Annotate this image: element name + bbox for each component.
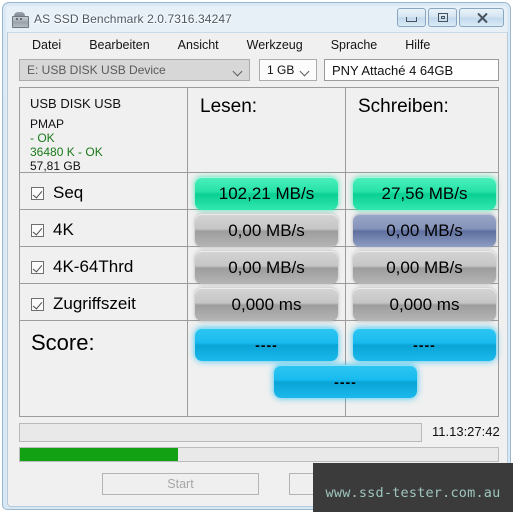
value-4k-64thrd-write: 0,00 MB/s: [353, 251, 496, 284]
minimize-icon: [406, 17, 417, 22]
menu-item-hilfe[interactable]: Hilfe: [395, 36, 440, 54]
menu-item-sprache[interactable]: Sprache: [321, 36, 388, 54]
progress-bar: [19, 447, 499, 462]
menu-item-datei[interactable]: Datei: [22, 36, 71, 54]
results-grid: USB DISK USB PMAP - OK 36480 K - OK 57,8…: [19, 87, 499, 417]
value-4k-read: 0,00 MB/s: [195, 214, 338, 247]
drive-name-value: PNY Attaché 4 64GB: [332, 62, 454, 78]
window-controls: [397, 8, 504, 27]
window-title: AS SSD Benchmark 2.0.7316.34247: [34, 12, 232, 26]
drive-model: USB DISK USB: [30, 96, 122, 111]
score-label: Score:: [31, 330, 95, 355]
chevron-down-icon: [301, 68, 309, 76]
title-bar: AS SSD Benchmark 2.0.7316.34247: [7, 6, 508, 32]
drive-alignment: 36480 K - OK: [30, 145, 103, 159]
value-zugriffszeit-read: 0,000 ms: [195, 288, 338, 321]
close-button[interactable]: [459, 8, 504, 27]
device-select-value: E: USB DISK USB Device: [27, 63, 166, 77]
elapsed-clock: 11.13:27:42: [432, 424, 500, 439]
drive-capacity: 57,81 GB: [30, 159, 81, 173]
size-select[interactable]: 1 GB: [259, 59, 317, 81]
menu-item-bearbeiten[interactable]: Bearbeiten: [79, 36, 159, 54]
menu-bar: Datei Bearbeiten Ansicht Werkzeug Sprach…: [8, 33, 507, 56]
value-seq-read: 102,21 MB/s: [195, 177, 338, 210]
drive-firmware: PMAP: [30, 117, 65, 131]
watermark-overlay: www.ssd-tester.com.au: [313, 463, 513, 512]
checkbox-4k[interactable]: [31, 223, 44, 237]
score-read: ----: [195, 328, 338, 361]
value-4k-64thrd-read: 0,00 MB/s: [195, 251, 338, 284]
menu-item-werkzeug[interactable]: Werkzeug: [237, 36, 313, 54]
value-4k-write: 0,00 MB/s: [353, 214, 496, 247]
column-header-write: Schreiben:: [358, 96, 449, 117]
toolbar-row: E: USB DISK USB Device 1 GB PNY Attaché …: [19, 59, 499, 81]
score-total: ----: [274, 365, 417, 398]
close-icon: [476, 12, 488, 23]
value-seq-write: 27,56 MB/s: [353, 177, 496, 210]
score-write: ----: [353, 328, 496, 361]
grid-divider-1: [187, 88, 188, 416]
drive-info-panel: USB DISK USB PMAP - OK 36480 K - OK 57,8…: [30, 96, 180, 173]
drive-icon: [11, 11, 29, 28]
menu-item-ansicht[interactable]: Ansicht: [168, 36, 229, 54]
client-area: Datei Bearbeiten Ansicht Werkzeug Sprach…: [7, 32, 508, 507]
app-window: AS SSD Benchmark 2.0.7316.34247 Datei Be…: [2, 2, 511, 510]
column-header-read: Lesen:: [200, 96, 258, 117]
test-row-label-zugriffszeit[interactable]: Zugriffszeit: [31, 291, 136, 317]
maximize-button[interactable]: [428, 8, 457, 27]
start-button[interactable]: Start: [102, 473, 259, 495]
chevron-down-icon: [234, 68, 242, 76]
test-label-zugriffszeit: Zugriffszeit: [53, 294, 136, 313]
drive-status: - OK: [30, 131, 55, 145]
value-zugriffszeit-write: 0,000 ms: [353, 288, 496, 321]
size-select-value: 1 GB: [267, 63, 295, 77]
status-message-box: [19, 423, 422, 442]
test-row-label-seq[interactable]: Seq: [31, 180, 83, 206]
test-label-4k: 4K: [53, 220, 74, 239]
watermark-text: www.ssd-tester.com.au: [325, 485, 501, 501]
drive-name-field[interactable]: PNY Attaché 4 64GB: [324, 59, 499, 81]
progress-bar-fill: [20, 448, 178, 461]
restore-icon: [437, 13, 448, 22]
test-row-label-4k[interactable]: 4K: [31, 217, 74, 243]
checkbox-4k-64thrd[interactable]: [31, 260, 44, 274]
test-label-seq: Seq: [53, 183, 84, 202]
test-row-label-4k64thrd[interactable]: 4K-64Thrd: [31, 254, 133, 280]
minimize-button[interactable]: [397, 8, 426, 27]
test-label-4k-64thrd: 4K-64Thrd: [53, 257, 134, 276]
checkbox-seq[interactable]: [31, 186, 44, 200]
checkbox-zugriffszeit[interactable]: [31, 297, 44, 311]
device-select[interactable]: E: USB DISK USB Device: [19, 59, 250, 81]
